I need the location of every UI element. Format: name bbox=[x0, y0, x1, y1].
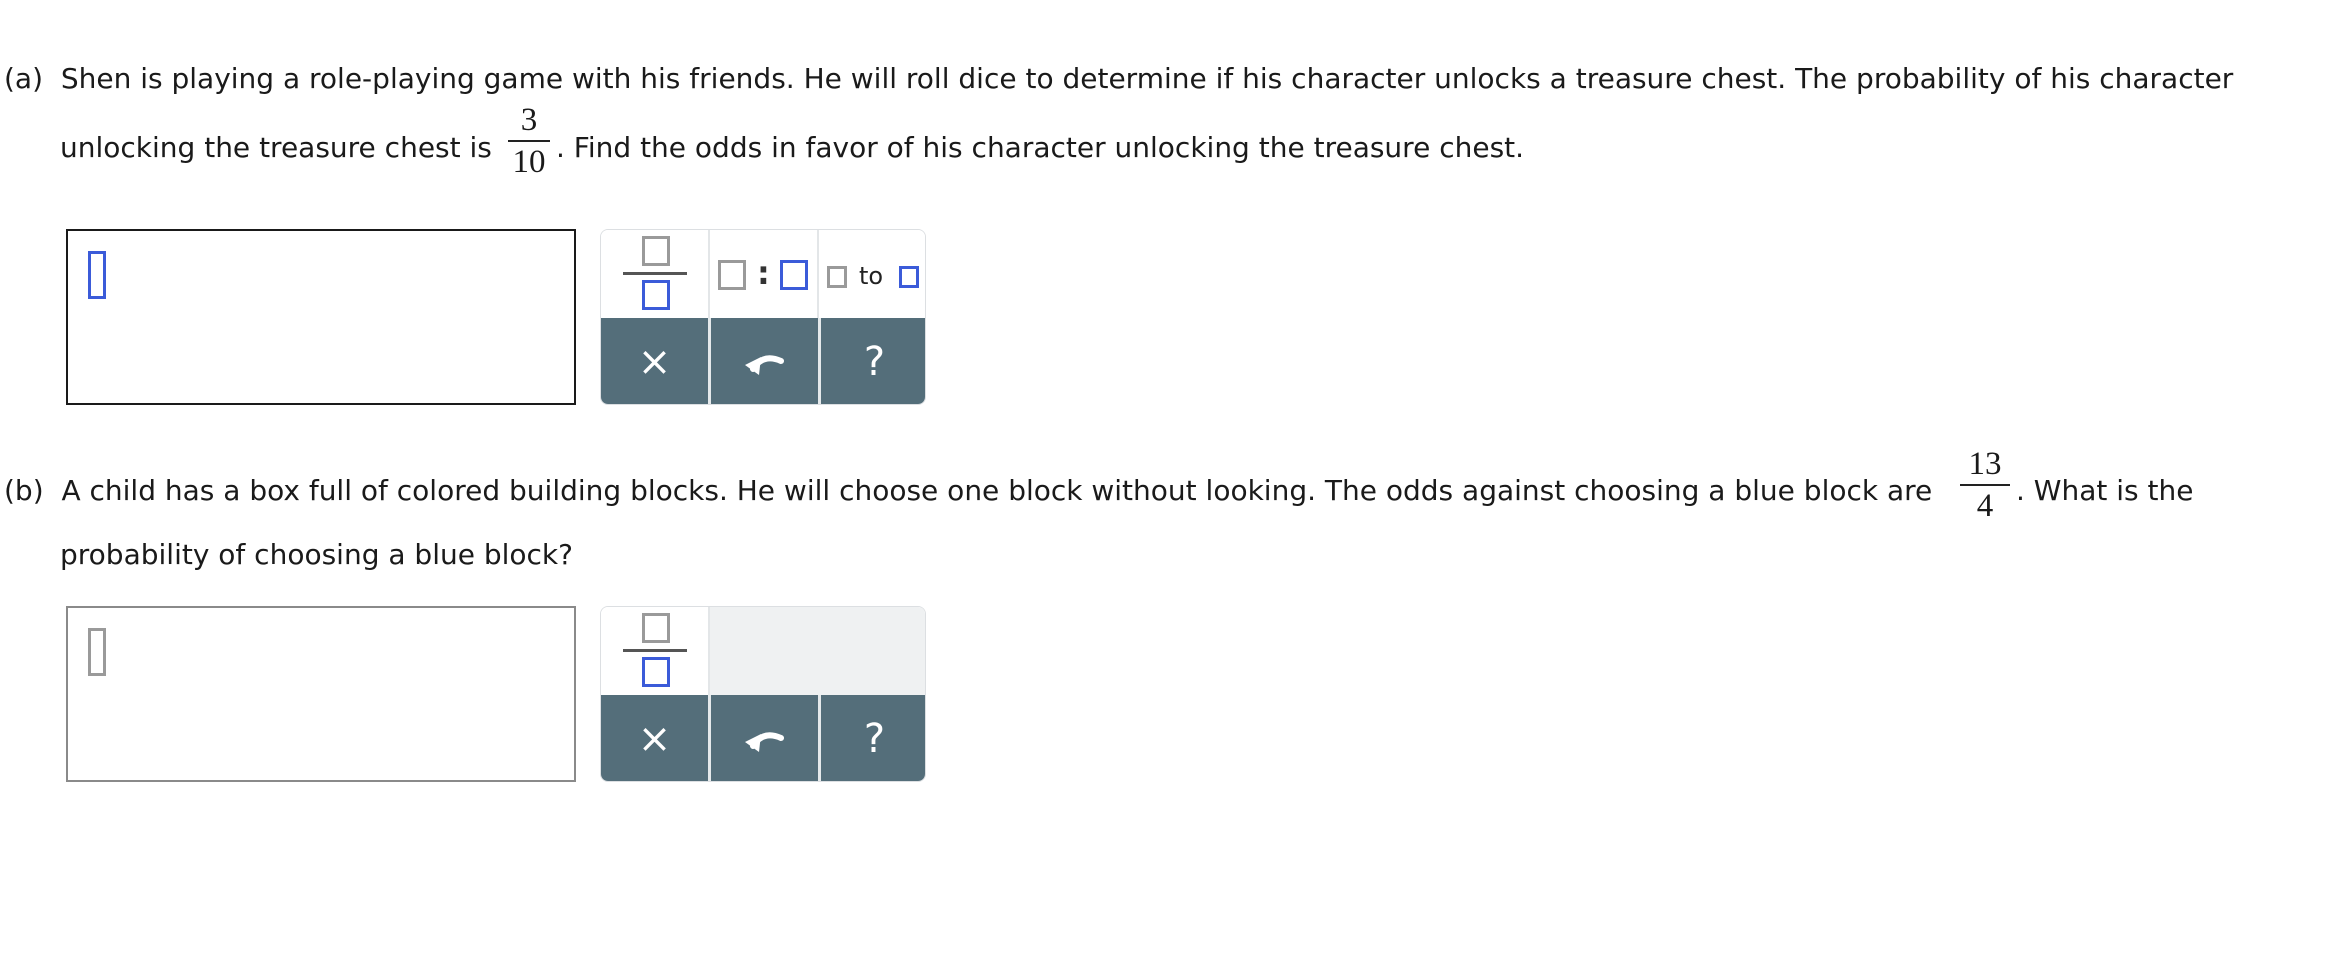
help-icon: ? bbox=[863, 339, 886, 385]
undo-button[interactable] bbox=[711, 695, 818, 781]
part-a-text-line2-before: unlocking the treasure chest is bbox=[60, 131, 492, 164]
denominator-box-icon bbox=[642, 657, 670, 687]
part-b-text-line2: probability of choosing a blue block? bbox=[60, 538, 574, 571]
help-icon: ? bbox=[863, 716, 886, 762]
part-a-label: (a) bbox=[4, 62, 44, 95]
part-b-text-line1-after: . What is the bbox=[2016, 474, 2194, 507]
part-b-line-2: probability of choosing a blue block? bbox=[60, 538, 573, 572]
input-cursor bbox=[88, 251, 106, 299]
part-b-line-1-after: . What is the bbox=[2016, 474, 2194, 508]
palette-template-row bbox=[601, 607, 925, 695]
part-b-fraction: 13 4 bbox=[1960, 446, 2010, 524]
input-cursor bbox=[88, 628, 106, 676]
part-a-text-line1: Shen is playing a role-playing game with… bbox=[60, 62, 2234, 95]
part-b-label: (b) bbox=[4, 474, 44, 507]
part-a-text-line2-after: . Find the odds in favor of his characte… bbox=[556, 131, 1525, 164]
fraction-bar-icon bbox=[623, 649, 687, 652]
part-a-line-2-after: . Find the odds in favor of his characte… bbox=[556, 131, 1524, 165]
to-label: to bbox=[859, 262, 884, 290]
part-a-answer-input[interactable] bbox=[66, 229, 576, 405]
close-icon: × bbox=[637, 716, 672, 762]
part-b-line-1: (b) A child has a box full of colored bu… bbox=[4, 474, 1932, 508]
part-a-fraction: 3 10 bbox=[508, 102, 550, 180]
palette-action-row: × ? bbox=[601, 695, 925, 781]
palette-template-row: : to bbox=[601, 230, 925, 318]
fraction-bar-icon bbox=[623, 272, 687, 275]
undo-icon bbox=[744, 355, 784, 375]
ratio-colon-template-button[interactable]: : bbox=[710, 230, 819, 318]
fraction-numerator: 3 bbox=[520, 102, 538, 138]
fraction-bar bbox=[1960, 484, 2010, 486]
clear-button[interactable]: × bbox=[601, 318, 708, 404]
denominator-box-icon bbox=[642, 280, 670, 310]
palette-empty-area bbox=[710, 607, 925, 695]
undo-icon bbox=[744, 732, 784, 752]
undo-button[interactable] bbox=[711, 318, 818, 404]
fraction-denominator: 10 bbox=[512, 144, 546, 180]
fraction-template-button[interactable] bbox=[601, 230, 710, 318]
help-button[interactable]: ? bbox=[821, 695, 925, 781]
to-left-box-icon bbox=[827, 266, 847, 288]
numerator-box-icon bbox=[642, 236, 670, 266]
fraction-numerator: 13 bbox=[1968, 446, 2002, 482]
fraction-template-button[interactable] bbox=[601, 607, 710, 695]
part-b-answer-input[interactable] bbox=[66, 606, 576, 782]
clear-button[interactable]: × bbox=[601, 695, 708, 781]
numerator-box-icon bbox=[642, 613, 670, 643]
to-right-box-icon bbox=[899, 266, 919, 288]
close-icon: × bbox=[637, 339, 672, 385]
ratio-right-box-icon bbox=[780, 260, 808, 290]
palette-action-row: × ? bbox=[601, 318, 925, 404]
part-b-text-line1-before: A child has a box full of colored buildi… bbox=[61, 474, 1933, 507]
ratio-left-box-icon bbox=[718, 260, 746, 290]
part-a-math-palette: : to × ? bbox=[600, 229, 926, 405]
colon-icon: : bbox=[757, 254, 770, 292]
fraction-denominator: 4 bbox=[1976, 488, 1994, 524]
ratio-to-template-button[interactable]: to bbox=[819, 230, 925, 318]
fraction-bar bbox=[508, 140, 550, 142]
part-b-math-palette: × ? bbox=[600, 606, 926, 782]
part-a-line-2: unlocking the treasure chest is bbox=[60, 131, 492, 165]
part-a-line-1: (a) Shen is playing a role-playing game … bbox=[4, 62, 2233, 96]
help-button[interactable]: ? bbox=[821, 318, 925, 404]
